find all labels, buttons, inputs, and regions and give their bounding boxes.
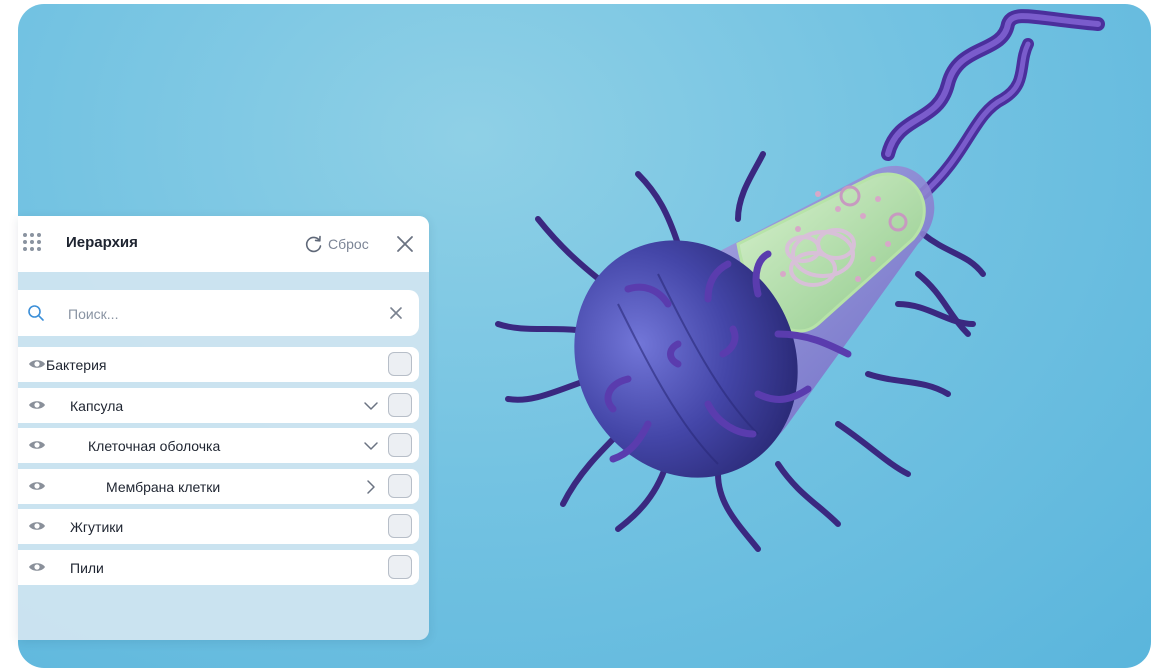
eye-icon[interactable] xyxy=(28,480,46,492)
eye-icon[interactable] xyxy=(28,520,46,532)
hierarchy-panel: Иерархия Сброс Бактерия Капсула Клеточная … xyxy=(18,216,429,640)
tree-item-label: Бактерия xyxy=(46,357,107,373)
tree-item-label: Капсула xyxy=(70,397,124,414)
visibility-checkbox[interactable] xyxy=(388,514,412,538)
search-input[interactable] xyxy=(66,301,370,327)
visibility-checkbox[interactable] xyxy=(388,554,412,579)
tree-item-label: Мембрана клетки xyxy=(106,478,221,495)
eye-icon[interactable] xyxy=(28,358,46,370)
tree-row[interactable]: Пили xyxy=(18,549,419,585)
close-button[interactable] xyxy=(393,232,417,256)
clear-search-icon[interactable] xyxy=(388,305,404,321)
visibility-checkbox[interactable] xyxy=(388,473,412,498)
visibility-checkbox[interactable] xyxy=(388,352,412,376)
reset-label: Сброс xyxy=(328,236,369,252)
close-icon xyxy=(397,236,413,252)
eye-icon[interactable] xyxy=(28,439,46,451)
tree-row[interactable]: Бактерия xyxy=(18,347,419,382)
tree-row[interactable]: Жгутики xyxy=(18,509,419,544)
reset-button[interactable]: Сброс xyxy=(304,232,369,256)
tree-row[interactable]: Клеточная оболочка xyxy=(18,428,419,463)
visibility-checkbox[interactable] xyxy=(388,433,412,457)
tree-item-label: Клеточная оболочка xyxy=(88,438,221,454)
eye-icon[interactable] xyxy=(28,561,46,573)
eye-icon[interactable] xyxy=(28,399,46,411)
tree-item-label: Жгутики xyxy=(70,519,124,535)
tree-row[interactable]: Мембрана клетки xyxy=(18,468,419,504)
chevron-down-icon[interactable] xyxy=(363,438,379,454)
panel-title: Иерархия xyxy=(66,234,138,251)
chevron-right-icon[interactable] xyxy=(363,479,379,495)
chevron-down-icon[interactable] xyxy=(363,398,379,414)
visibility-checkbox[interactable] xyxy=(388,392,412,417)
tree-row[interactable]: Капсула xyxy=(18,387,419,423)
refresh-icon xyxy=(305,235,322,253)
tree-item-label: Пили xyxy=(70,559,104,576)
panel-header: Иерархия Сброс xyxy=(18,216,429,272)
search-box xyxy=(18,290,419,336)
grip-dots-icon[interactable] xyxy=(23,233,43,253)
search-icon xyxy=(28,305,44,321)
